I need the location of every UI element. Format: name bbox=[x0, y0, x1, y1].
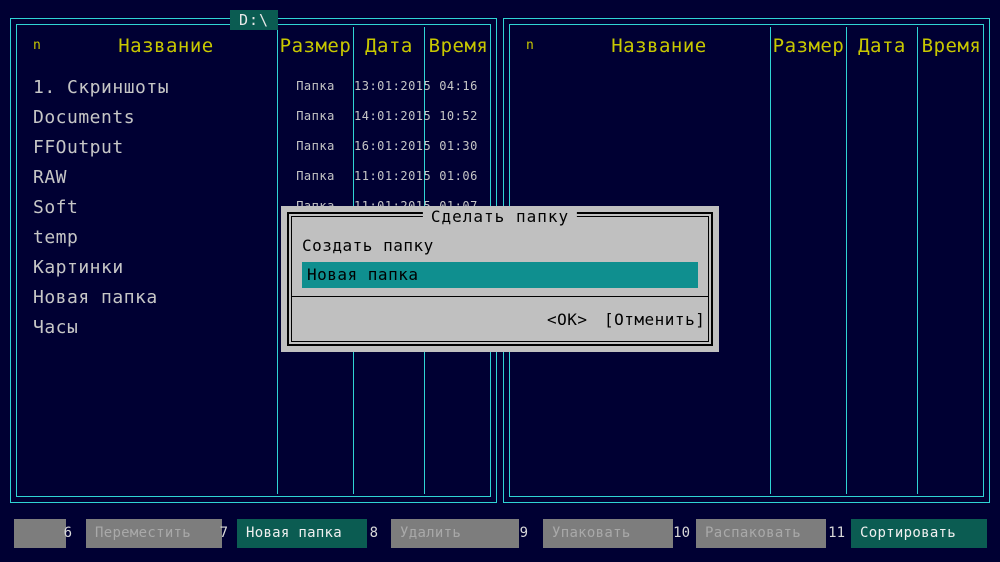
fnbtn-pack[interactable]: Упаковать bbox=[543, 519, 673, 548]
list-item-time: 01:06 bbox=[439, 169, 478, 183]
fnkey-6-number: 6 bbox=[63, 525, 72, 541]
list-item[interactable]: Documents bbox=[33, 107, 135, 129]
left-header-index: n bbox=[33, 38, 42, 53]
fnbtn-new-folder[interactable]: Новая папка bbox=[237, 519, 367, 548]
fnbtn-sort[interactable]: Сортировать bbox=[851, 519, 987, 548]
file-manager-screen: n Название Размер Дата Время 1. Скриншот… bbox=[0, 0, 1000, 562]
ok-button[interactable]: <OK> bbox=[547, 309, 588, 331]
fnkey-8-number: 8 bbox=[369, 525, 378, 541]
list-item-date: 16:01:2015 bbox=[354, 139, 432, 153]
dialog-label: Создать папку bbox=[302, 236, 434, 255]
list-item[interactable]: FFOutput bbox=[33, 137, 124, 159]
list-item-size: Папка bbox=[296, 79, 335, 93]
right-col-divider-size bbox=[770, 27, 771, 494]
folder-name-input[interactable]: Новая папка bbox=[302, 262, 698, 288]
right-col-divider-time bbox=[917, 27, 918, 494]
left-header-time[interactable]: Время bbox=[425, 29, 492, 63]
list-item[interactable]: RAW bbox=[33, 167, 67, 189]
list-item-date: 13:01:2015 bbox=[354, 79, 432, 93]
list-item[interactable]: Soft bbox=[33, 197, 78, 219]
left-header-date[interactable]: Дата bbox=[354, 29, 424, 63]
make-folder-dialog[interactable]: Сделать папку Создать папку Новая папка … bbox=[281, 206, 719, 352]
right-col-divider-date bbox=[846, 27, 847, 494]
list-item-date: 11:01:2015 bbox=[354, 169, 432, 183]
list-item-time: 10:52 bbox=[439, 109, 478, 123]
fnkey-10-number: 10 bbox=[673, 525, 690, 541]
list-item[interactable]: Картинки bbox=[33, 257, 124, 279]
list-item-date: 14:01:2015 bbox=[354, 109, 432, 123]
list-item-time: 01:30 bbox=[439, 139, 478, 153]
dialog-separator bbox=[292, 296, 708, 297]
left-header-name[interactable]: Название bbox=[61, 29, 271, 63]
cancel-button[interactable]: [Отменить] bbox=[604, 309, 705, 331]
fnkey-7-number: 7 bbox=[219, 525, 228, 541]
list-item[interactable]: temp bbox=[33, 227, 78, 249]
right-header-time[interactable]: Время bbox=[918, 29, 985, 63]
right-header-date[interactable]: Дата bbox=[847, 29, 917, 63]
dialog-title: Сделать папку bbox=[422, 208, 578, 226]
fnkey-11-number: 11 bbox=[828, 525, 845, 541]
list-item-time: 04:16 bbox=[439, 79, 478, 93]
function-key-bar: 6 Переместить 7 Новая папка 8 Удалить 9 … bbox=[0, 519, 1000, 549]
list-item[interactable]: Часы bbox=[33, 317, 78, 339]
list-item[interactable]: Новая папка bbox=[33, 287, 158, 309]
left-header-size[interactable]: Размер bbox=[278, 29, 353, 63]
left-col-divider-size bbox=[277, 27, 278, 494]
panel-path-title[interactable]: D:\ bbox=[230, 10, 279, 30]
right-header-size[interactable]: Размер bbox=[771, 29, 846, 63]
list-item-size: Папка bbox=[296, 109, 335, 123]
right-header-name[interactable]: Название bbox=[554, 29, 764, 63]
list-item-size: Папка bbox=[296, 139, 335, 153]
list-item[interactable]: 1. Скриншоты bbox=[33, 77, 169, 99]
list-item-size: Папка bbox=[296, 169, 335, 183]
fnbtn-unpack[interactable]: Распаковать bbox=[696, 519, 826, 548]
fnkey-9-number: 9 bbox=[519, 525, 528, 541]
right-header-index: n bbox=[526, 38, 535, 53]
